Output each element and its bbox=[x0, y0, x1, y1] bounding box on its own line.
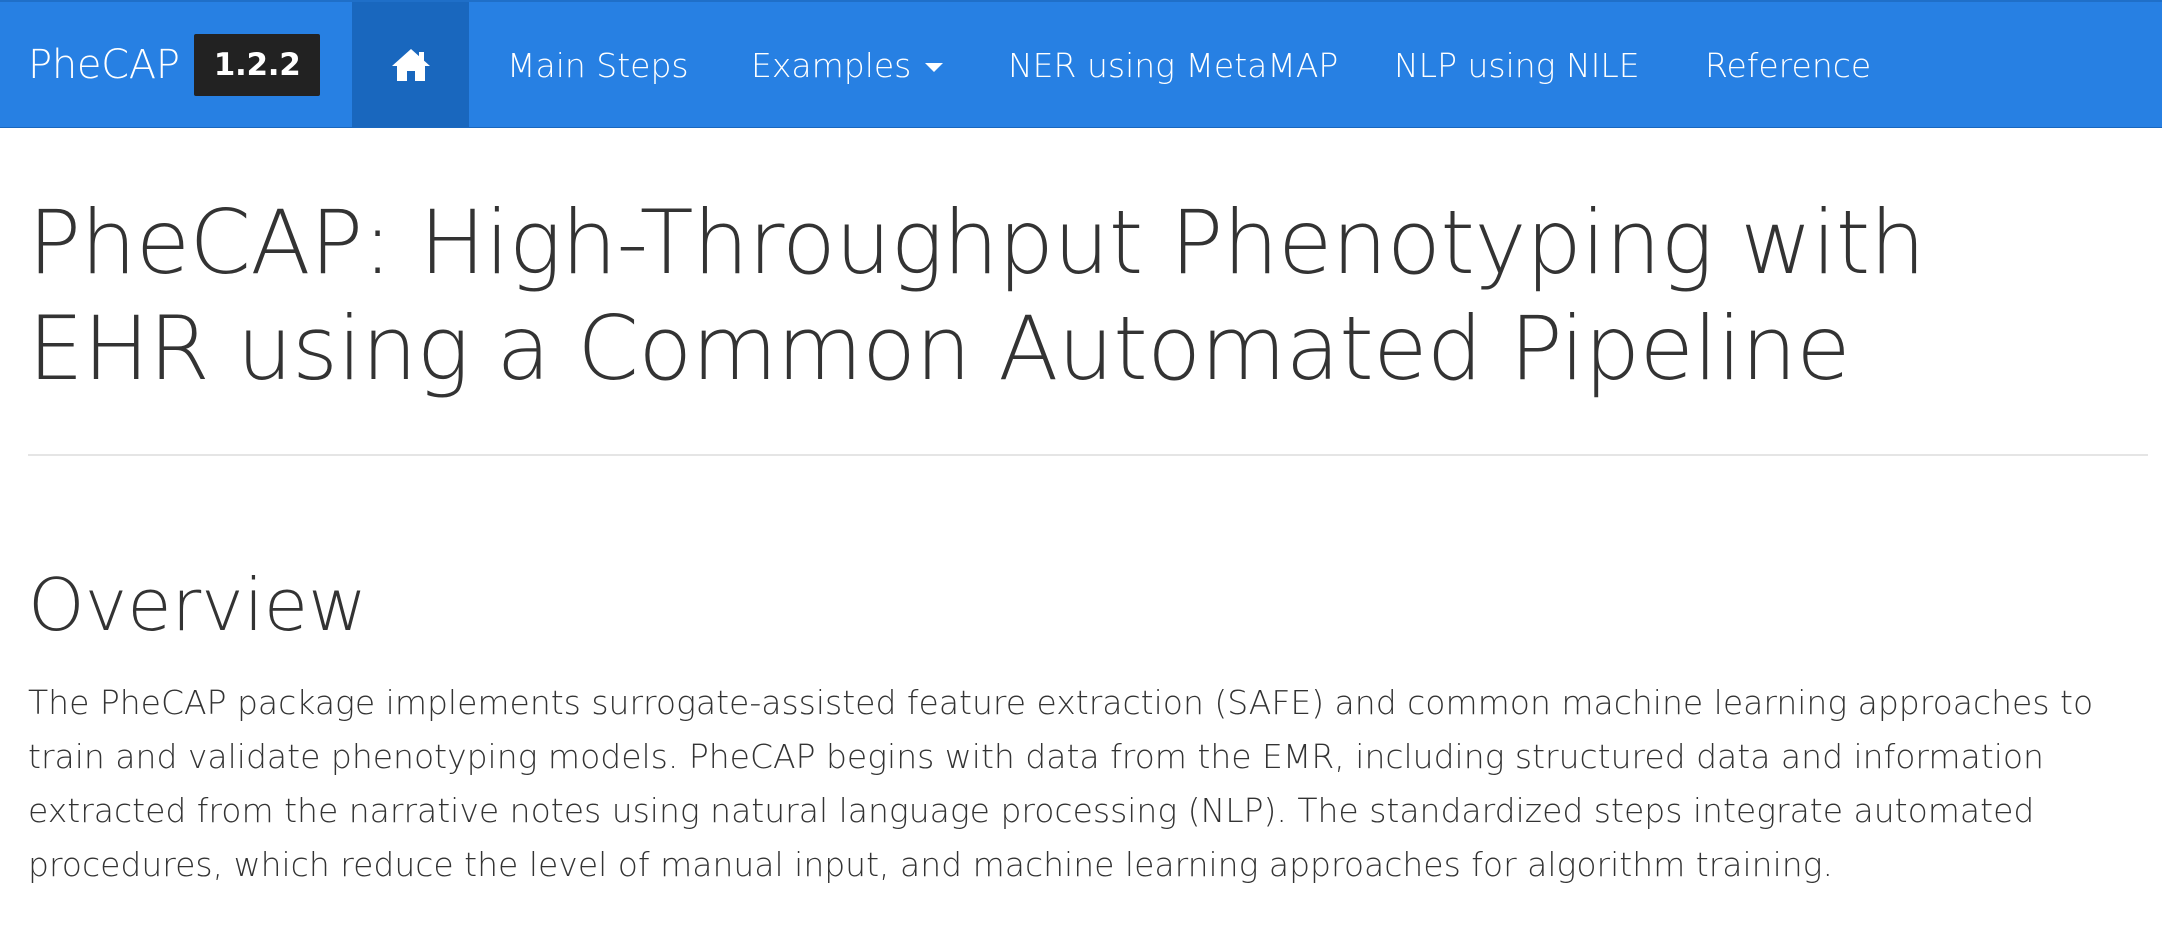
brand-name[interactable]: PheCAP bbox=[28, 42, 180, 88]
nav-item-nlp-nile[interactable]: NLP using NILE bbox=[1394, 2, 1640, 128]
overview-paragraph: The PheCAP package implements surrogate-… bbox=[28, 683, 2094, 884]
nav-home-button[interactable] bbox=[352, 2, 469, 128]
overview-heading: Overview bbox=[28, 563, 367, 647]
title-divider bbox=[28, 454, 2148, 456]
nav-item-label: Reference bbox=[1705, 45, 1872, 85]
version-badge: 1.2.2 bbox=[193, 34, 321, 96]
nav-item-label: NLP using NILE bbox=[1394, 45, 1640, 85]
nav-item-ner-metamap[interactable]: NER using MetaMAP bbox=[1008, 2, 1338, 128]
page-title: PheCAP: High-Throughput Phenotyping with… bbox=[28, 191, 1926, 400]
nav-item-label: Main Steps bbox=[507, 45, 689, 85]
top-navbar: PheCAP 1.2.2 Main Steps Examples NER usi… bbox=[0, 0, 2162, 128]
nav-item-main-steps[interactable]: Main Steps bbox=[507, 2, 689, 128]
navbar-brand[interactable]: PheCAP 1.2.2 bbox=[28, 2, 321, 128]
nav-item-label: Examples bbox=[751, 45, 912, 85]
chevron-down-icon bbox=[925, 62, 944, 72]
nav-item-label: NER using MetaMAP bbox=[1008, 45, 1339, 85]
home-icon bbox=[391, 49, 430, 81]
nav-item-examples[interactable]: Examples bbox=[751, 2, 944, 128]
nav-item-reference[interactable]: Reference bbox=[1705, 2, 1871, 128]
